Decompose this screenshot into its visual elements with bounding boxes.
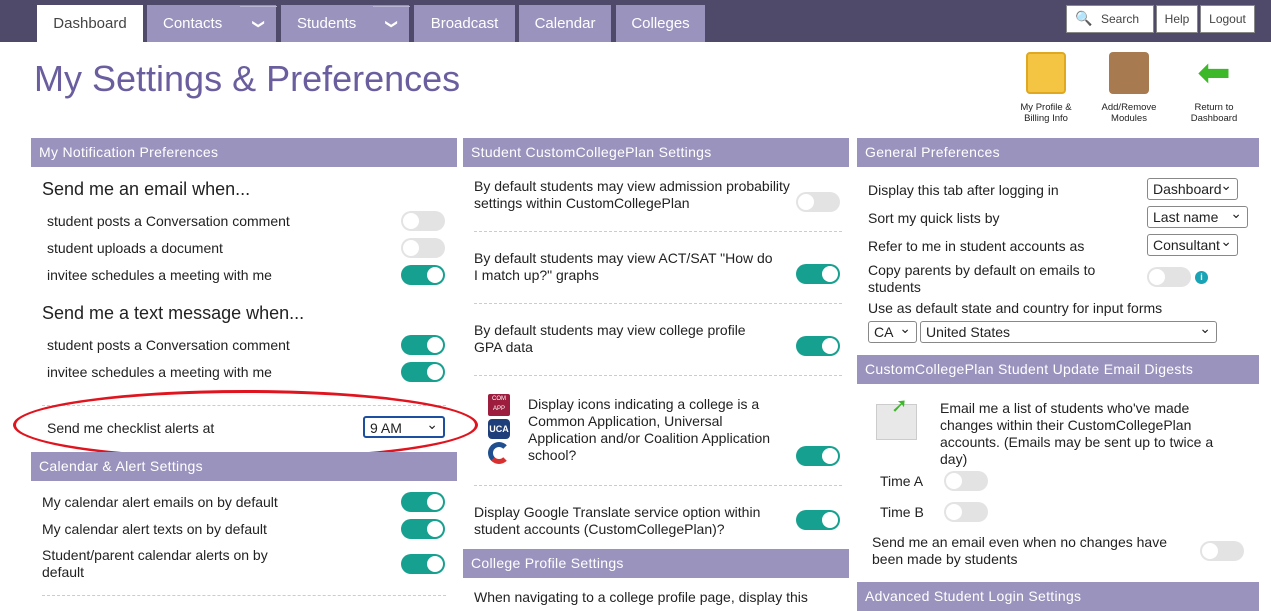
- email-heading: Send me an email when...: [42, 179, 251, 199]
- sort-label: Sort my quick lists by: [868, 210, 1000, 226]
- search-label: Search: [1100, 12, 1140, 26]
- email-toggle-meeting[interactable]: [401, 265, 445, 285]
- tab-dashboard[interactable]: Dashboard: [37, 5, 143, 42]
- text-item-label: student posts a Conversation comment: [47, 337, 290, 353]
- college-profile-header: College Profile Settings: [463, 549, 849, 578]
- id-card-icon: [1026, 52, 1066, 94]
- add-remove-modules-link[interactable]: Add/Remove Modules: [1094, 52, 1164, 124]
- notification-header: My Notification Preferences: [31, 138, 457, 167]
- tab-calendar[interactable]: Calendar: [519, 5, 611, 42]
- divider: [474, 303, 842, 304]
- text-heading: Send me a text message when...: [42, 303, 305, 323]
- email-envelope-icon: ➚: [876, 395, 917, 440]
- text-toggle-meeting[interactable]: [401, 362, 445, 382]
- time-a-label: Time A: [880, 473, 924, 489]
- general-header: General Preferences: [857, 138, 1259, 167]
- text-item-label: invitee schedules a meeting with me: [47, 364, 272, 380]
- copy-parents-label: Copy parents by default on emails to stu…: [868, 262, 1096, 295]
- time-b-toggle[interactable]: [944, 502, 988, 522]
- college-profile-text: When navigating to a college profile pag…: [474, 589, 808, 605]
- advanced-header: Advanced Student Login Settings: [857, 582, 1259, 611]
- tab-label: Students: [297, 15, 357, 32]
- info-icon[interactable]: i: [1195, 271, 1208, 284]
- link-label: Add/Remove Modules: [1101, 102, 1157, 124]
- page-title: My Settings & Preferences: [34, 58, 461, 99]
- digest-header: CustomCollegePlan Student Update Email D…: [857, 355, 1259, 384]
- calendar-toggle-texts[interactable]: [401, 519, 445, 539]
- ccp-item-label: By default students may view admission p…: [474, 178, 790, 211]
- email-toggle-comment[interactable]: [401, 211, 445, 231]
- tab-colleges[interactable]: Colleges: [616, 5, 705, 42]
- text-toggle-comment[interactable]: [401, 335, 445, 355]
- profile-billing-link[interactable]: My Profile & Billing Info: [1011, 52, 1081, 124]
- time-b-label: Time B: [880, 504, 924, 520]
- uca-icon: UCA: [488, 419, 510, 439]
- coalition-app-icon: [488, 442, 510, 464]
- email-toggle-document[interactable]: [401, 238, 445, 258]
- refer-label: Refer to me in student accounts as: [868, 238, 1085, 254]
- divider: [42, 595, 446, 596]
- ccp-item-label: By default students may view college pro…: [474, 322, 746, 355]
- calendar-toggle-student[interactable]: [401, 554, 445, 574]
- tab-after-login-select[interactable]: Dashboard: [1147, 175, 1238, 200]
- chevron-down-icon[interactable]: ❯: [240, 6, 277, 41]
- time-a-toggle[interactable]: [944, 471, 988, 491]
- divider: [474, 231, 842, 232]
- ccp-item-label: By default students may view ACT/SAT "Ho…: [474, 250, 773, 283]
- ccp-toggle-graphs[interactable]: [796, 264, 840, 284]
- package-icon: [1109, 52, 1149, 94]
- ccp-toggle-translate[interactable]: [796, 510, 840, 530]
- return-dashboard-link[interactable]: ⬅ Return to Dashboard: [1179, 52, 1249, 124]
- chevron-down-icon[interactable]: ❯: [373, 6, 410, 41]
- student-ccp-header: Student CustomCollegePlan Settings: [463, 138, 849, 167]
- country-select[interactable]: United States: [920, 318, 1217, 343]
- email-item-label: student posts a Conversation comment: [47, 213, 290, 229]
- search-button[interactable]: 🔍 Search: [1066, 5, 1154, 33]
- tab-contacts[interactable]: Contacts ❯: [147, 5, 277, 42]
- no-changes-label: Send me an email even when no changes ha…: [872, 534, 1167, 567]
- ccp-toggle-app-icons[interactable]: [796, 446, 840, 466]
- calendar-item-label: My calendar alert texts on by default: [42, 521, 267, 537]
- highlight-oval: [13, 390, 478, 460]
- tab-label: Contacts: [163, 15, 223, 32]
- arrow-left-icon: ⬅: [1197, 51, 1231, 95]
- tab-students[interactable]: Students ❯: [281, 5, 410, 42]
- email-item-label: student uploads a document: [47, 240, 223, 256]
- ccp-item-label: Display icons indicating a college is a …: [528, 396, 771, 463]
- sort-select[interactable]: Last name: [1147, 203, 1248, 228]
- link-label: Return to Dashboard: [1190, 102, 1238, 124]
- calendar-item-label: Student/parent calendar alerts on by def…: [42, 547, 268, 580]
- ccp-toggle-probability[interactable]: [796, 192, 840, 212]
- refer-select[interactable]: Consultant: [1147, 231, 1238, 256]
- no-changes-toggle[interactable]: [1200, 541, 1244, 561]
- calendar-item-label: My calendar alert emails on by default: [42, 494, 278, 510]
- ccp-toggle-gpa[interactable]: [796, 336, 840, 356]
- state-select[interactable]: CA: [868, 318, 917, 343]
- search-icon: 🔍: [1075, 10, 1093, 26]
- digest-text: Email me a list of students who've made …: [940, 400, 1214, 467]
- divider: [474, 375, 842, 376]
- calendar-header: Calendar & Alert Settings: [31, 452, 457, 481]
- copy-parents-toggle[interactable]: [1147, 267, 1191, 287]
- tab-broadcast[interactable]: Broadcast: [414, 5, 515, 42]
- ccp-item-label: Display Google Translate service option …: [474, 504, 761, 537]
- help-button[interactable]: Help: [1156, 5, 1198, 33]
- link-label: My Profile & Billing Info: [1020, 102, 1072, 124]
- tab-after-login-label: Display this tab after logging in: [868, 182, 1059, 198]
- calendar-toggle-emails[interactable]: [401, 492, 445, 512]
- common-app-icon: COM APP: [488, 394, 510, 416]
- divider: [474, 485, 842, 486]
- email-item-label: invitee schedules a meeting with me: [47, 267, 272, 283]
- logout-button[interactable]: Logout: [1200, 5, 1255, 33]
- default-state-label: Use as default state and country for inp…: [868, 300, 1163, 316]
